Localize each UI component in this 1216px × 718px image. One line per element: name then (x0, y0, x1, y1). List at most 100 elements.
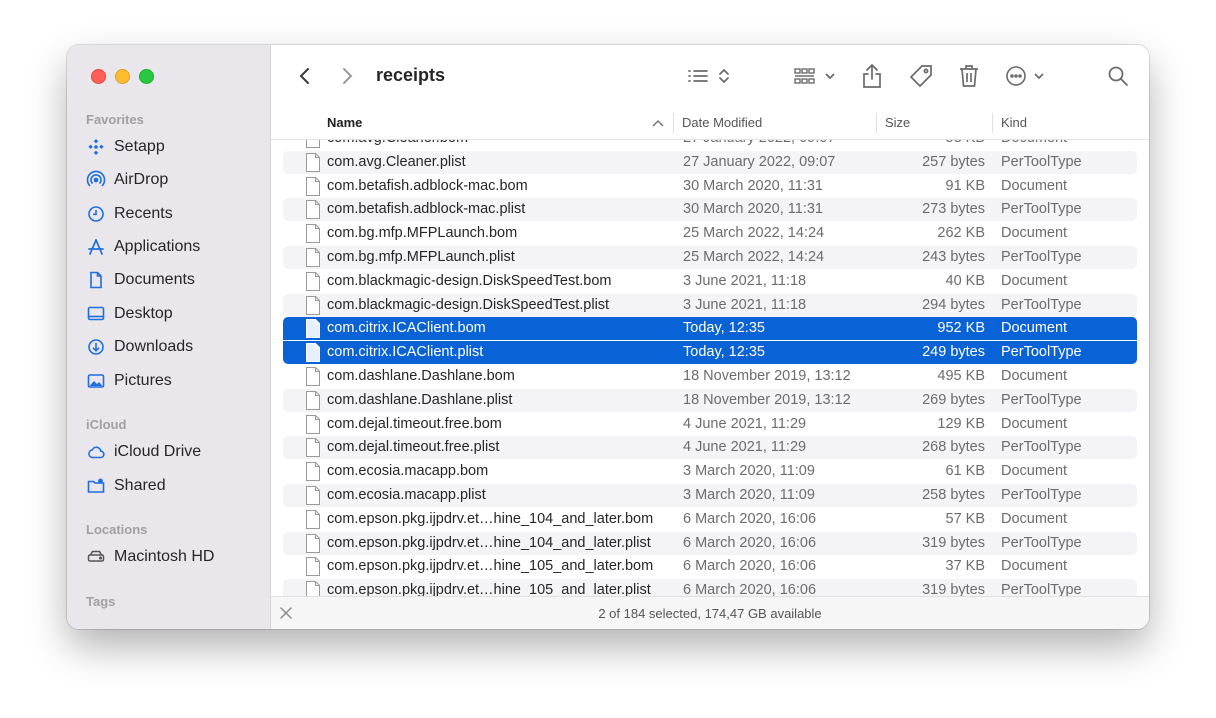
file-row[interactable]: com.epson.pkg.ijpdrv.et…hine_104_and_lat… (283, 531, 1137, 555)
file-size: 257 bytes (922, 153, 985, 170)
file-row[interactable]: com.epson.pkg.ijpdrv.et…hine_105_and_lat… (283, 555, 1137, 578)
sidebar-item-icloud-drive[interactable]: iCloud Drive (86, 438, 201, 466)
file-row[interactable]: com.blackmagic-design.DiskSpeedTest.plis… (283, 293, 1137, 317)
sidebar-item-documents[interactable]: Documents (86, 266, 195, 294)
share-button[interactable] (857, 61, 887, 91)
column-divider[interactable] (992, 113, 993, 133)
close-window-button[interactable] (91, 69, 106, 84)
file-row[interactable]: com.epson.pkg.ijpdrv.et…hine_104_and_lat… (283, 508, 1137, 531)
minimize-window-button[interactable] (115, 69, 130, 84)
file-date-modified: 3 March 2020, 11:09 (683, 463, 815, 480)
file-size: 268 bytes (922, 439, 985, 456)
sidebar-item-label: Recents (114, 205, 173, 222)
main-pane: receipts Name Date Modified Size Kind co… (271, 45, 1149, 629)
file-row[interactable]: com.bg.mfp.MFPLaunch.bom 25 March 2022, 1… (283, 222, 1137, 245)
column-divider[interactable] (673, 113, 674, 133)
file-date-modified: 3 June 2021, 11:18 (683, 296, 807, 313)
file-size: 495 KB (937, 368, 985, 384)
sidebar-item-macintosh-hd[interactable]: Macintosh HD (86, 543, 214, 571)
file-icon (306, 438, 320, 458)
file-name: com.epson.pkg.ijpdrv.et…hine_104_and_lat… (327, 534, 651, 551)
file-row[interactable]: com.epson.pkg.ijpdrv.et…hine_105_and_lat… (283, 579, 1137, 596)
more-actions-button[interactable] (1003, 61, 1049, 91)
column-date-header[interactable]: Date Modified (682, 107, 762, 139)
file-date-modified: 30 March 2020, 11:31 (683, 201, 823, 218)
forward-button[interactable] (333, 61, 361, 91)
file-icon (306, 367, 320, 386)
file-icon (306, 152, 320, 172)
sidebar-item-desktop[interactable]: Desktop (86, 300, 173, 328)
file-name: com.avg.Cleaner.bom (327, 140, 468, 146)
file-kind: PerToolType (1001, 201, 1082, 218)
view-options-button[interactable] (685, 61, 731, 91)
document-icon (90, 271, 102, 289)
sidebar-item-recents[interactable]: Recents (86, 200, 173, 228)
file-row[interactable]: com.citrix.ICAClient.bom Today, 12:35 952 … (283, 317, 1137, 341)
file-row[interactable]: com.dashlane.Dashlane.bom 18 November 201… (283, 365, 1137, 388)
folder-title: receipts (376, 65, 446, 85)
file-row[interactable]: com.dashlane.Dashlane.plist 18 November 2… (283, 388, 1137, 412)
file-row[interactable]: com.bg.mfp.MFPLaunch.plist 25 March 2022,… (283, 246, 1137, 269)
file-kind: Document (1001, 320, 1068, 337)
file-date-modified: 4 June 2021, 11:29 (683, 415, 807, 432)
file-name: com.bg.mfp.MFPLaunch.plist (327, 249, 515, 265)
tags-button[interactable] (906, 61, 936, 91)
file-row[interactable]: com.avg.Cleaner.plist 27 January 2022, 09… (283, 150, 1137, 174)
file-row[interactable]: com.dejal.timeout.free.plist 4 June 2021,… (283, 436, 1137, 460)
disk-icon (87, 550, 105, 562)
sidebar-item-label: Documents (114, 271, 195, 288)
applications-icon (88, 239, 104, 255)
file-name: com.citrix.ICAClient.bom (327, 320, 486, 337)
file-icon (306, 557, 320, 577)
sort-chevron-up-icon[interactable] (652, 119, 664, 127)
file-date-modified: 4 June 2021, 11:29 (683, 439, 807, 456)
file-name: com.dejal.timeout.free.bom (327, 415, 502, 432)
search-button[interactable] (1103, 61, 1133, 91)
file-kind: Document (1001, 510, 1068, 527)
file-size: 58 KB (946, 140, 986, 146)
column-divider[interactable] (876, 113, 877, 133)
column-size-header[interactable]: Size (885, 107, 910, 139)
sidebar-item-shared[interactable]: Shared (86, 472, 166, 500)
file-icon (306, 581, 320, 596)
sidebar-item-label: Setapp (114, 138, 165, 155)
file-date-modified: Today, 12:35 (683, 320, 765, 337)
zoom-window-button[interactable] (139, 69, 154, 84)
file-kind: PerToolType (1001, 391, 1082, 408)
file-size: 129 KB (937, 415, 985, 432)
file-date-modified: 3 March 2020, 11:09 (683, 487, 815, 503)
sidebar-item-applications[interactable]: Applications (86, 233, 200, 261)
file-list: com.avg.Cleaner.bom 27 January 2022, 09:0… (271, 140, 1149, 596)
grid-group-icon (794, 68, 835, 84)
file-kind: Document (1001, 463, 1068, 480)
sidebar-item-downloads[interactable]: Downloads (86, 333, 193, 361)
back-button[interactable] (291, 61, 319, 91)
file-name: com.blackmagic-design.DiskSpeedTest.bom (327, 272, 612, 289)
file-name: com.epson.pkg.ijpdrv.et…hine_105_and_lat… (327, 582, 651, 596)
sidebar-item-airdrop[interactable]: AirDrop (86, 166, 168, 194)
sidebar-item-label: Downloads (114, 338, 194, 355)
file-size: 37 KB (945, 558, 986, 575)
column-name-header[interactable]: Name (327, 107, 362, 139)
file-date-modified: 25 March 2022, 14:24 (683, 249, 825, 265)
file-kind: PerToolType (1001, 296, 1082, 313)
sidebar-item-pictures[interactable]: Pictures (86, 367, 172, 395)
file-row[interactable]: com.citrix.ICAClient.plist Today, 12:35 24… (283, 341, 1137, 365)
file-row[interactable]: com.betafish.adblock-mac.plist 30 March 2… (283, 198, 1137, 222)
file-row[interactable]: com.betafish.adblock-mac.bom 30 March 202… (283, 175, 1137, 198)
file-name: com.epson.pkg.ijpdrv.et…hine_105_and_lat… (327, 558, 654, 575)
file-row[interactable]: com.ecosia.macapp.plist 3 March 2020, 11:… (283, 484, 1137, 507)
delete-button[interactable] (954, 61, 984, 91)
group-button[interactable] (792, 61, 840, 91)
sidebar-item-setapp[interactable]: Setapp (86, 133, 165, 161)
sidebar-item-label: Macintosh HD (114, 548, 215, 565)
file-name: com.betafish.adblock-mac.plist (327, 201, 526, 218)
file-row[interactable]: com.blackmagic-design.DiskSpeedTest.bom 3… (283, 270, 1137, 293)
file-row[interactable]: com.avg.Cleaner.bom 27 January 2022, 09:0… (283, 140, 1137, 150)
file-date-modified: 18 November 2019, 13:12 (683, 368, 851, 384)
file-row[interactable]: com.ecosia.macapp.bom 3 March 2020, 11:09… (283, 460, 1137, 483)
column-kind-header[interactable]: Kind (1001, 107, 1027, 139)
file-size: 243 bytes (922, 249, 985, 265)
file-row[interactable]: com.dejal.timeout.free.bom 4 June 2021, 1… (283, 413, 1137, 436)
file-date-modified: 27 January 2022, 09:07 (683, 140, 835, 146)
